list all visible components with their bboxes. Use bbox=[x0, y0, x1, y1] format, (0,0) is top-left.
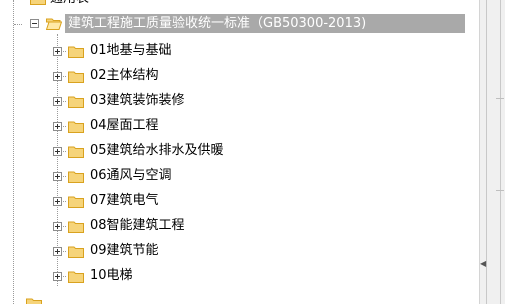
folder-icon bbox=[68, 96, 84, 108]
folder-icon bbox=[26, 298, 42, 304]
tree-item-child[interactable]: 08智能建筑工程 bbox=[0, 216, 478, 236]
scrollbar-tick bbox=[496, 190, 504, 191]
folder-icon bbox=[68, 71, 84, 83]
tree-item-label: 09建筑节能 bbox=[90, 243, 159, 258]
tree-item-label: 08智能建筑工程 bbox=[90, 218, 185, 233]
folder-icon bbox=[68, 271, 84, 283]
open-folder-icon bbox=[46, 18, 62, 30]
tree-item-child[interactable]: 03建筑装饰装修 bbox=[0, 91, 478, 111]
expand-toggle[interactable] bbox=[53, 172, 62, 181]
tree-item-child[interactable]: 07建筑电气 bbox=[0, 191, 478, 211]
expand-toggle[interactable] bbox=[53, 272, 62, 281]
folder-icon bbox=[68, 171, 84, 183]
tree-item-label: 通用表 bbox=[50, 0, 89, 9]
tree-item-label: 10电梯 bbox=[90, 268, 133, 283]
tree-item-label: 03建筑装饰装修 bbox=[90, 93, 185, 108]
tree-item-label: 06通风与空调 bbox=[90, 168, 172, 183]
tree-item-partial[interactable]: 通用表 bbox=[0, 0, 478, 9]
scrollbar-track-line bbox=[500, 0, 501, 304]
project-tree[interactable]: 通用表 建筑工程施工质量验收统一标准（GB50300-2013) 01地基与基础… bbox=[0, 0, 478, 304]
folder-icon bbox=[68, 196, 84, 208]
scrollbar-track-line bbox=[486, 0, 487, 304]
tree-item-child[interactable]: 04屋面工程 bbox=[0, 116, 478, 136]
folder-icon bbox=[30, 0, 46, 5]
folder-icon bbox=[68, 121, 84, 133]
expand-toggle[interactable] bbox=[53, 222, 62, 231]
tree-item-child[interactable]: 09建筑节能 bbox=[0, 241, 478, 261]
root-label[interactable]: 建筑工程施工质量验收统一标准（GB50300-2013) bbox=[68, 14, 366, 34]
tree-branch-line bbox=[14, 24, 22, 25]
vertical-scrollbar[interactable]: ◀ bbox=[479, 0, 505, 304]
tree-item-label: 05建筑给水排水及供暖 bbox=[90, 143, 224, 158]
tree-item-child[interactable]: 10电梯 bbox=[0, 266, 478, 286]
tree-item-child[interactable]: 02主体结构 bbox=[0, 66, 478, 86]
scrollbar-tick bbox=[496, 98, 504, 99]
tree-item-label: 01地基与基础 bbox=[90, 43, 172, 58]
tree-item-child[interactable]: 01地基与基础 bbox=[0, 41, 478, 61]
scroll-left-arrow-icon[interactable]: ◀ bbox=[480, 259, 486, 269]
tree-item-label: 02主体结构 bbox=[90, 68, 159, 83]
folder-icon bbox=[68, 46, 84, 58]
expand-toggle[interactable] bbox=[53, 197, 62, 206]
tree-item-child[interactable]: 05建筑给水排水及供暖 bbox=[0, 141, 478, 161]
tree-item-label: 07建筑电气 bbox=[90, 193, 159, 208]
expand-toggle[interactable] bbox=[53, 72, 62, 81]
tree-item-label: 04屋面工程 bbox=[90, 118, 159, 133]
tree-item-child[interactable]: 06通风与空调 bbox=[0, 166, 478, 186]
expand-toggle[interactable] bbox=[53, 122, 62, 131]
folder-icon bbox=[68, 246, 84, 258]
expand-toggle[interactable] bbox=[53, 47, 62, 56]
folder-icon bbox=[68, 221, 84, 233]
collapse-toggle[interactable] bbox=[30, 19, 39, 28]
expand-toggle[interactable] bbox=[53, 247, 62, 256]
folder-icon bbox=[68, 146, 84, 158]
expand-toggle[interactable] bbox=[53, 97, 62, 106]
expand-toggle[interactable] bbox=[53, 147, 62, 156]
